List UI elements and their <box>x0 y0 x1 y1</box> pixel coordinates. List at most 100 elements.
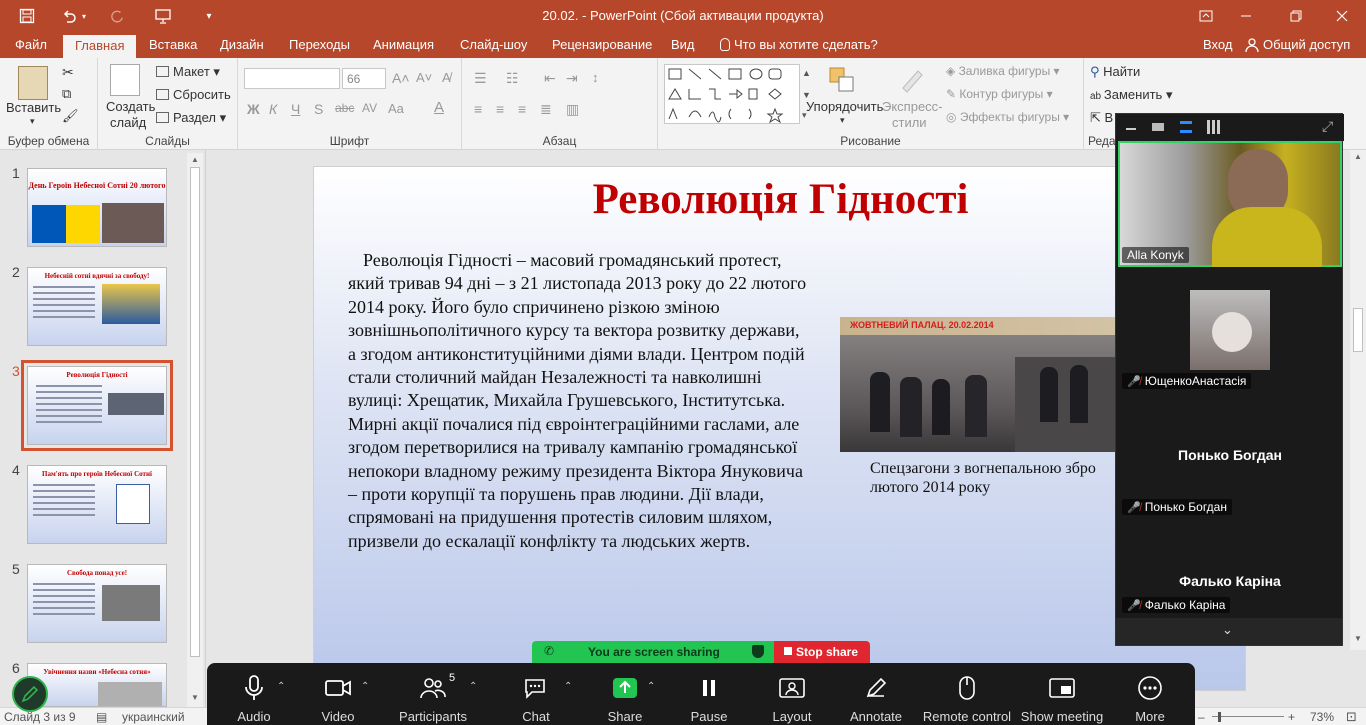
format-painter-icon[interactable]: 🖌 <box>62 108 79 124</box>
chat-button[interactable]: Chat <box>507 669 565 725</box>
new-slide-icon[interactable] <box>110 64 140 96</box>
align-right-icon[interactable]: ≡ <box>518 101 526 117</box>
font-color-icon[interactable]: A <box>434 99 444 116</box>
customize-toolbar-icon[interactable]: ▾ <box>195 4 223 28</box>
participant-display-3[interactable]: Понько Богдан <box>1116 447 1344 463</box>
scroll-down-icon[interactable]: ▼ <box>191 693 199 702</box>
replace-button[interactable]: ab Заменить ▾ <box>1090 87 1172 103</box>
slide-thumbnail-5[interactable]: Свобода понад усе! <box>27 564 167 643</box>
quick-styles-icon[interactable] <box>898 66 926 94</box>
tab-design[interactable]: Дизайн <box>208 33 276 58</box>
undo-dropdown-icon[interactable]: ▾ <box>77 4 91 28</box>
share-button[interactable]: Общий доступ <box>1245 37 1350 53</box>
editor-scroll-down-icon[interactable]: ▼ <box>1354 634 1362 643</box>
tab-view[interactable]: Вид <box>659 33 707 58</box>
arrange-button[interactable]: Упорядочить <box>806 99 883 114</box>
find-button[interactable]: ⚲ Найти <box>1090 64 1140 80</box>
copy-icon[interactable]: ⧉ <box>62 86 71 102</box>
gallery-view-icon[interactable] <box>1207 120 1221 134</box>
quick-styles-button-line2[interactable]: стили <box>892 115 927 130</box>
align-center-icon[interactable]: ≡ <box>496 101 504 117</box>
reset-button[interactable]: Сбросить <box>156 87 231 102</box>
spellcheck-icon[interactable]: ▤ <box>96 710 107 724</box>
slide-thumbnail-6[interactable]: Увічнення назви «Небесна сотня» <box>27 663 167 707</box>
strikethrough-icon[interactable]: abc <box>335 101 354 115</box>
editor-scroll-up-icon[interactable]: ▲ <box>1354 152 1362 161</box>
participants-options-icon[interactable]: ⌃ <box>469 681 477 692</box>
justify-icon[interactable]: ≣ <box>540 101 552 118</box>
quick-styles-button-line1[interactable]: Экспресс- <box>882 99 943 114</box>
slide-thumbnail-3[interactable]: Революція Гідності <box>21 360 173 451</box>
align-left-icon[interactable]: ≡ <box>474 101 482 117</box>
increase-indent-icon[interactable]: ⇥ <box>566 70 578 87</box>
tab-review[interactable]: Рецензирование <box>540 33 664 58</box>
fit-to-window-icon[interactable]: ⊡ <box>1346 709 1357 725</box>
sharing-status-bar[interactable]: ✆ You are screen sharing <box>532 641 774 663</box>
underline-icon[interactable]: Ч <box>291 101 300 117</box>
participants-button[interactable]: 5 Participants <box>397 669 469 725</box>
select-icon[interactable]: ⇱ В <box>1090 110 1113 126</box>
show-meeting-button[interactable]: Show meeting <box>1019 669 1105 725</box>
editor-scrollbar[interactable]: ▲ ▼ <box>1350 150 1366 650</box>
photo-caption[interactable]: Спецзагони з вогнепальною збро лютого 20… <box>870 459 1120 497</box>
change-case-icon[interactable]: Aa <box>388 101 404 116</box>
restore-icon[interactable] <box>1276 4 1316 28</box>
language-indicator[interactable]: украинский <box>122 710 185 724</box>
tab-animations[interactable]: Анимация <box>361 33 446 58</box>
shapes-scroll-up-icon[interactable]: ▲ <box>802 68 811 78</box>
shapes-gallery[interactable] <box>664 64 800 124</box>
annotation-pen-button[interactable] <box>12 676 48 712</box>
cut-icon[interactable]: ✂ <box>62 64 74 81</box>
more-button[interactable]: More <box>1121 669 1179 725</box>
thumbnail-scroll-thumb[interactable] <box>190 167 200 657</box>
zoom-out-icon[interactable]: – <box>1198 710 1205 724</box>
scroll-up-icon[interactable]: ▲ <box>191 155 199 164</box>
zoom-in-icon[interactable]: + <box>1288 710 1295 724</box>
close-icon[interactable] <box>1322 4 1362 28</box>
paste-dropdown-icon[interactable]: ▾ <box>30 116 35 127</box>
annotate-button[interactable]: Annotate <box>847 669 905 725</box>
slide-photo[interactable]: ЖОВТНЕВИЙ ПАЛАЦ. 20.02.2014 <box>840 317 1115 452</box>
arrange-icon[interactable] <box>828 66 856 94</box>
zoom-slider[interactable] <box>1212 716 1284 717</box>
bullets-icon[interactable]: ☰ <box>474 70 487 87</box>
tab-slideshow[interactable]: Слайд-шоу <box>448 33 539 58</box>
shape-outline-button[interactable]: ✎ Контур фигуры ▾ <box>946 87 1053 101</box>
minimize-icon[interactable] <box>1226 4 1266 28</box>
shrink-font-icon[interactable]: A˅ <box>416 70 432 85</box>
tab-transitions[interactable]: Переходы <box>277 33 362 58</box>
slide-thumbnail-1[interactable]: День Героїв Небесної Сотні 20 лютого <box>27 168 167 247</box>
video-options-icon[interactable]: ⌃ <box>361 681 369 692</box>
participant-display-4[interactable]: Фалько Каріна <box>1116 573 1344 589</box>
video-tile-alla-konyk[interactable]: Alla Konyk <box>1118 141 1342 267</box>
video-button[interactable]: Video <box>309 669 367 725</box>
tab-home[interactable]: Главная <box>63 35 137 58</box>
audio-options-icon[interactable]: ⌃ <box>277 681 285 692</box>
line-spacing-icon[interactable]: ↕ <box>592 70 599 85</box>
pause-share-button[interactable]: Pause <box>680 669 738 725</box>
slide-title[interactable]: Революція Гідності <box>314 175 1247 224</box>
chat-options-icon[interactable]: ⌃ <box>564 681 572 692</box>
stop-share-button[interactable]: Stop share <box>774 641 870 663</box>
numbering-icon[interactable]: ☷ <box>506 70 519 87</box>
shape-effects-button[interactable]: ◎ Эффекты фигуры ▾ <box>946 110 1069 124</box>
slide-body-text[interactable]: Революція Гідності – масовий громадянськ… <box>348 249 808 553</box>
new-slide-button-line2[interactable]: слайд <box>110 115 146 130</box>
grow-font-icon[interactable]: A˄ <box>392 70 410 86</box>
share-screen-button[interactable]: Share <box>596 669 654 725</box>
section-button[interactable]: Раздел ▾ <box>156 110 226 126</box>
minimize-video-icon[interactable] <box>1126 128 1136 130</box>
tell-me-search[interactable]: Что вы хотите сделать? <box>720 37 878 52</box>
tab-file[interactable]: Файл <box>3 33 59 58</box>
char-spacing-icon[interactable]: AV <box>362 101 377 115</box>
font-size-combo[interactable]: 66 <box>342 68 386 89</box>
expand-panel-icon[interactable]: ⤢ <box>1322 118 1333 135</box>
thumbnail-scrollbar[interactable]: ▲ ▼ <box>187 153 203 707</box>
font-name-combo[interactable] <box>244 68 340 89</box>
arrange-dropdown-icon[interactable]: ▾ <box>840 115 845 126</box>
slide-thumbnail-2[interactable]: Небесній сотні вдячні за свободу! <box>27 267 167 346</box>
save-icon[interactable] <box>13 4 41 28</box>
start-slideshow-icon[interactable] <box>149 4 177 28</box>
layout-button-zoom[interactable]: Layout <box>763 669 821 725</box>
hide-video-icon[interactable] <box>1152 123 1164 131</box>
